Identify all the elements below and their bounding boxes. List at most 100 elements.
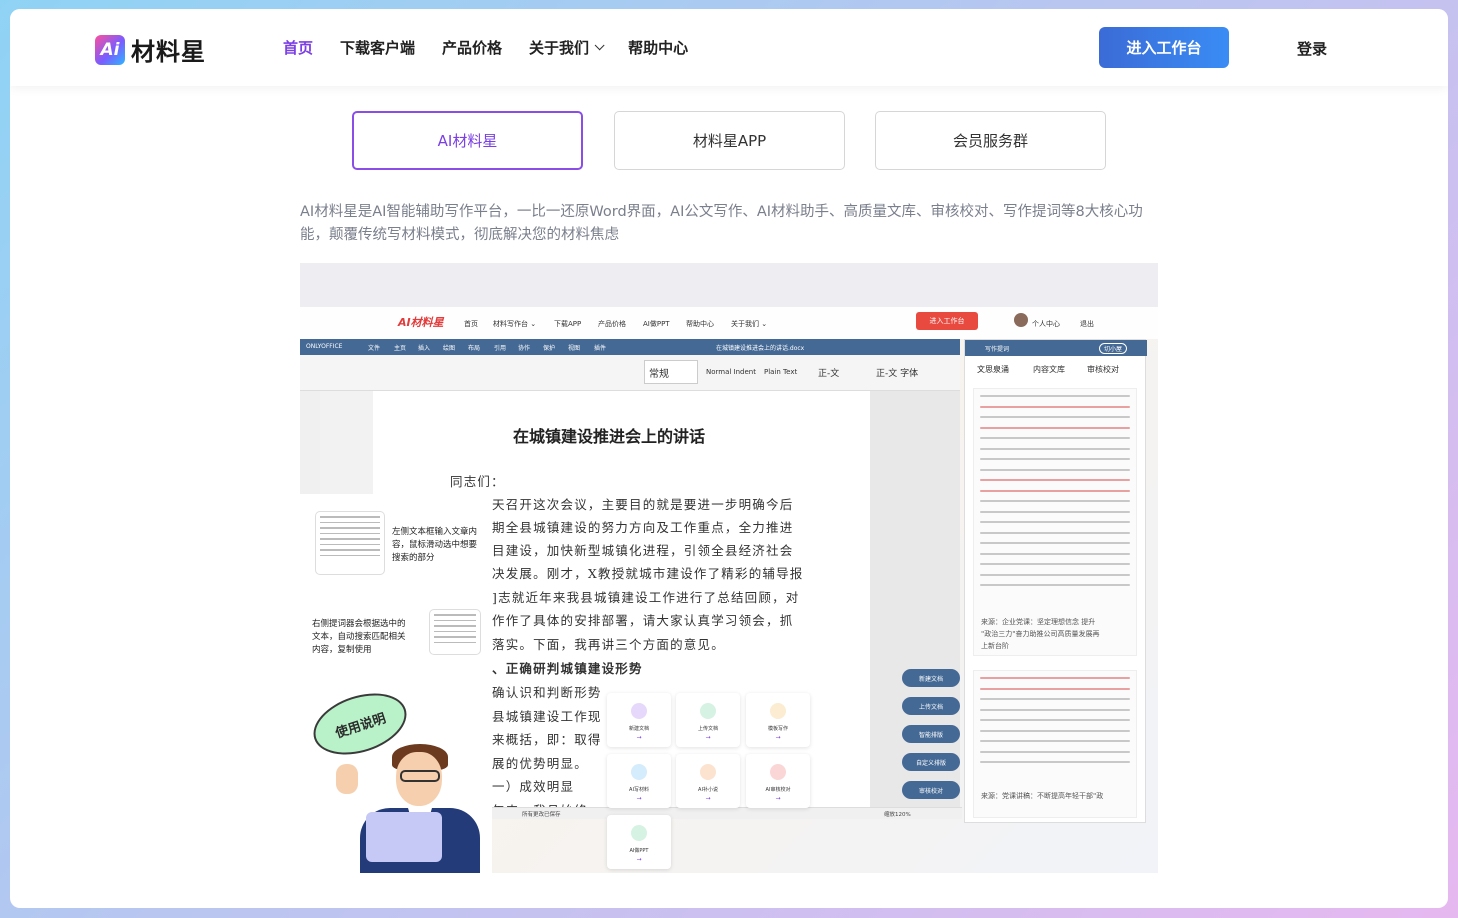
arrow-right-icon: → xyxy=(636,734,642,741)
prompt-panel-title: 写作提词 xyxy=(985,346,1010,353)
new-doc-icon xyxy=(631,703,647,719)
editor-toolbar: 常规 Normal Indent Plain Text 正-文 正-文 字体 xyxy=(300,355,960,391)
prompt-card-text xyxy=(980,677,1130,772)
side-button-new-doc: 新建文档 xyxy=(902,669,960,687)
editor-menu-item: 视图 xyxy=(568,345,581,352)
screenshot-nav-item: 下载APP xyxy=(554,320,582,328)
feature-label: AI做PPT xyxy=(629,848,649,854)
feature-card: 上传文档 → xyxy=(676,693,740,747)
nav-about-us[interactable]: 关于我们 xyxy=(529,37,605,58)
nav-help-center[interactable]: 帮助中心 xyxy=(628,37,688,58)
editor-menu-item: 引用 xyxy=(494,345,507,352)
screenshot-nav-item: 关于我们 ⌄ xyxy=(731,320,768,328)
laptop-icon xyxy=(366,812,442,862)
arrow-right-icon: → xyxy=(636,856,642,863)
tab-member-group[interactable]: 会员服务群 xyxy=(875,111,1106,170)
style-zhengwen: 正-文 xyxy=(818,368,840,379)
editor-menu-item: 文件 xyxy=(368,345,381,352)
nav-home[interactable]: 首页 xyxy=(283,37,313,58)
editor-menu-item: 协作 xyxy=(518,345,531,352)
logo-mark-icon: Ai xyxy=(95,34,125,65)
ai-ppt-icon xyxy=(631,825,647,841)
doc-line: 期全县城镇建设的努力方向及工作重点，全力推进 xyxy=(492,520,794,535)
product-description: AI材料星是AI智能辅助写作平台，一比一还原Word界面，AI公文写作、AI材料… xyxy=(300,204,1143,243)
doc-line: 落实。下面，我再讲三个方面的意见。 xyxy=(492,637,725,652)
screenshot-top-band xyxy=(300,263,1158,307)
page-frame: Ai 材料星 首页 下载客户端 产品价格 关于我们 帮助中心 进入工作台 登录 … xyxy=(10,9,1448,908)
prompt-card: 来源：企业党课：坚定理想信念 提升 "政治三力"奋力助推公司高质量发展再 上新台… xyxy=(973,388,1137,656)
nav-download-client[interactable]: 下载客户端 xyxy=(340,37,415,58)
character-glasses xyxy=(400,770,440,782)
arrow-right-icon: → xyxy=(775,795,781,802)
prompt-panel: 写作提词 切小屋 文思泉涌 内容文库 审核校对 来源：企业党课：坚定理想信念 提… xyxy=(964,339,1147,823)
doc-line: 县城镇建设工作现 xyxy=(492,709,602,724)
ai-novel-icon xyxy=(700,764,716,780)
arrow-right-icon: → xyxy=(775,734,781,741)
editor-menu-item: 绘图 xyxy=(443,345,456,352)
screenshot-cta: 进入工作台 xyxy=(916,312,978,330)
product-screenshot: AI材料星 首页 材料写作台 ⌄ 下载APP 产品价格 AI做PPT 帮助中心 … xyxy=(300,263,1158,873)
panel-tab: 内容文库 xyxy=(1033,365,1065,374)
editor-status-bar: 所有更改已保存 缩放120% xyxy=(492,807,962,819)
tab-cailiaoxing-app[interactable]: 材料星APP xyxy=(614,111,845,170)
zoom-level: 缩放120% xyxy=(884,812,911,818)
screenshot-nav: AI材料星 首页 材料写作台 ⌄ 下载APP 产品价格 AI做PPT 帮助中心 … xyxy=(300,307,1158,339)
feature-card: AI写材料 → xyxy=(607,754,671,808)
feature-label: AI写材料 xyxy=(629,787,649,793)
side-button-proofread: 审核校对 xyxy=(902,781,960,799)
feature-card: AI补小说 → xyxy=(676,754,740,808)
doc-line: 目建设，加快新型城镇化进程，引领全县经济社会 xyxy=(492,543,794,558)
avatar xyxy=(1014,313,1028,327)
doc-line: 来概括，即：取得 xyxy=(492,732,602,747)
feature-card: 模板写作 → xyxy=(746,693,810,747)
arrow-right-icon: → xyxy=(705,795,711,802)
chevron-down-icon xyxy=(594,40,605,51)
screenshot-nav-item: 产品价格 xyxy=(598,320,626,328)
tab-ai-cailiaoxing[interactable]: AI材料星 xyxy=(352,111,583,170)
feature-card: 新建文档 → xyxy=(607,693,671,747)
annotation-sample-text xyxy=(316,512,384,574)
save-status: 所有更改已保存 xyxy=(522,812,561,818)
doc-line: 展的优势明显。 xyxy=(492,756,588,771)
top-header: Ai 材料星 首页 下载客户端 产品价格 关于我们 帮助中心 进入工作台 登录 xyxy=(10,9,1448,86)
style-normal-indent: Normal Indent xyxy=(706,368,756,376)
side-button-smart-layout: 智能排版 xyxy=(902,725,960,743)
nav-pricing[interactable]: 产品价格 xyxy=(442,37,502,58)
feature-card: AI做PPT → xyxy=(607,815,671,869)
arrow-right-icon: → xyxy=(636,795,642,802)
thumbs-up-icon xyxy=(336,764,358,794)
site-logo[interactable]: Ai 材料星 xyxy=(95,32,206,67)
editor-menu-item: 插入 xyxy=(418,345,431,352)
annotation-text-2: 右侧提词器会根据选中的文本，自动搜索匹配相关内容，复制使用 xyxy=(312,619,406,655)
feature-card: AI审核校对 → xyxy=(746,754,810,808)
feature-label: 上传文档 xyxy=(697,726,718,732)
feature-label: 新建文档 xyxy=(628,726,649,732)
enter-workspace-button[interactable]: 进入工作台 xyxy=(1099,27,1229,68)
editor-menu-item: 布局 xyxy=(468,345,481,352)
style-plain-text: Plain Text xyxy=(764,368,798,376)
editor-menu-item: 主页 xyxy=(394,345,407,352)
prompt-card-source: 来源：企业党课：坚定理想信念 提升 xyxy=(981,618,1096,626)
feature-label: AI审核校对 xyxy=(765,787,791,793)
nav-about-us-label: 关于我们 xyxy=(529,39,590,57)
side-button-custom-layout: 自定义排版 xyxy=(902,753,960,771)
logo-text: 材料星 xyxy=(131,38,206,66)
prompt-card-source-3: 上新台阶 xyxy=(981,642,1009,650)
usage-annotation: 左侧文本框输入文章内容，鼠标滑动选中想要搜索的部分 右侧提词器会根据选中的文本，… xyxy=(300,494,492,873)
login-link[interactable]: 登录 xyxy=(1297,38,1327,59)
panel-tab: 审核校对 xyxy=(1087,365,1119,374)
prompt-card: 来源：党课讲稿：不断提高年轻干部"政 xyxy=(973,670,1137,818)
editor-brand: ONLYOFFICE xyxy=(306,343,343,350)
upload-icon xyxy=(700,703,716,719)
screenshot-nav-item: 首页 xyxy=(464,320,478,328)
screenshot-nav-item: 材料写作台 ⌄ xyxy=(493,320,537,328)
annotation-prompt-sample xyxy=(430,610,480,654)
ai-write-icon xyxy=(631,764,647,780)
screenshot-logo: AI材料星 xyxy=(398,316,444,329)
editor-file-name: 在城镇建设推进会上的讲话.docx xyxy=(716,345,805,352)
screenshot-nav-item: 帮助中心 xyxy=(686,320,714,328)
prompt-card-source-2: "政治三力"奋力助推公司高质量发展再 xyxy=(981,630,1100,638)
feature-label: 模板写作 xyxy=(767,726,788,732)
doc-line: 决发展。刚才，X教授就城市建设作了精彩的辅导报 xyxy=(492,566,804,581)
panel-tab: 文思泉涌 xyxy=(977,365,1009,374)
